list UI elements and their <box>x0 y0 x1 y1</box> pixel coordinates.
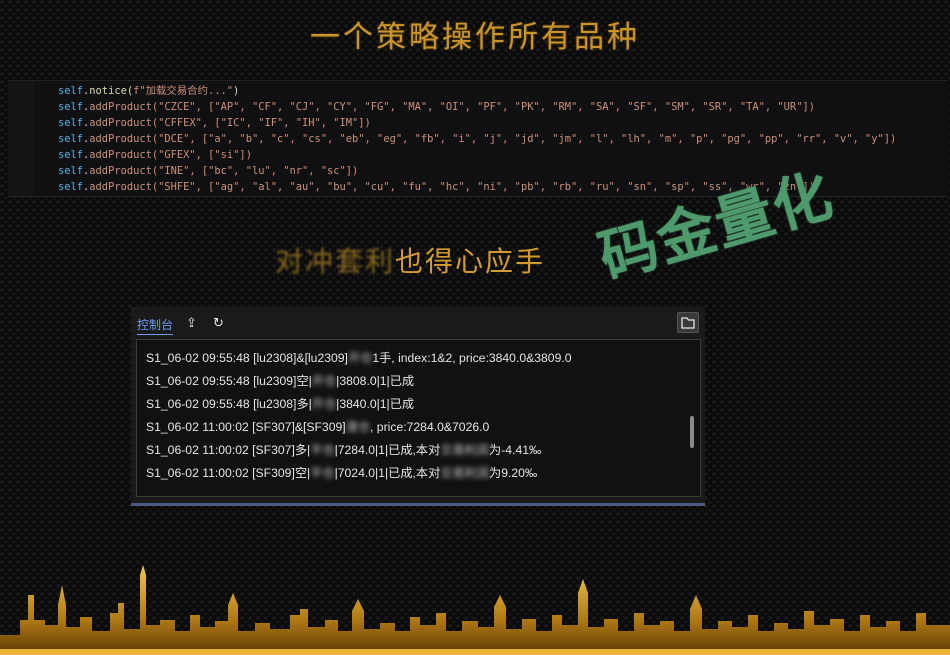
subtitle-blurred: 对冲套利 <box>275 245 396 278</box>
log-line: S1_06-02 09:55:48 [lu2309]空|开仓|3808.0|1|… <box>146 374 415 388</box>
console-log: S1_06-02 09:55:48 [lu2308]&[lu2309]开仓1手,… <box>136 339 701 497</box>
console-header: 控制台 ⇪ ↻ <box>131 307 705 337</box>
log-line: S1_06-02 11:00:02 [SF307]多|平仓|7284.0|1|已… <box>146 443 542 457</box>
folder-icon <box>681 317 695 329</box>
console-scrollbar[interactable] <box>690 416 694 448</box>
log-line: S1_06-02 11:00:02 [SF309]空|平仓|7024.0|1|已… <box>146 466 538 480</box>
code-line-ine: self.addProduct("INE", ["bc", "lu", "nr"… <box>58 165 359 177</box>
log-line: S1_06-02 09:55:48 [lu2308]&[lu2309]开仓1手,… <box>146 351 572 365</box>
subtitle-rest: 也得心应手 <box>395 245 546 278</box>
log-line: S1_06-02 09:55:48 [lu2308]多|开仓|3840.0|1|… <box>146 397 415 411</box>
console-panel: 控制台 ⇪ ↻ S1_06-02 09:55:48 [lu2308]&[lu23… <box>131 307 705 506</box>
golden-skyline <box>0 565 950 655</box>
code-line-cffex: self.addProduct("CFFEX", ["IC", "IF", "I… <box>58 117 371 129</box>
code-line-czce: self.addProduct("CZCE", ["AP", "CF", "CJ… <box>58 101 815 113</box>
subtitle: 对冲套利也得心应手 <box>275 240 545 280</box>
folder-button[interactable] <box>677 312 699 333</box>
tab-console[interactable]: 控制台 <box>137 316 174 335</box>
code-gutter <box>8 81 34 196</box>
log-line: S1_06-02 11:00:02 [SF307]&[SF309]清仓, pri… <box>146 420 490 434</box>
page-title: 一个策略操作所有品种 <box>310 20 640 55</box>
upload-icon[interactable]: ⇪ <box>186 316 197 331</box>
refresh-icon[interactable]: ↻ <box>213 316 224 331</box>
code-line-gfex: self.addProduct("GFEX", ["si"]) <box>58 149 252 161</box>
code-line-notice: self.notice(f"加载交易合约...") <box>58 85 240 97</box>
code-line-dce: self.addProduct("DCE", ["a", "b", "c", "… <box>58 133 897 145</box>
